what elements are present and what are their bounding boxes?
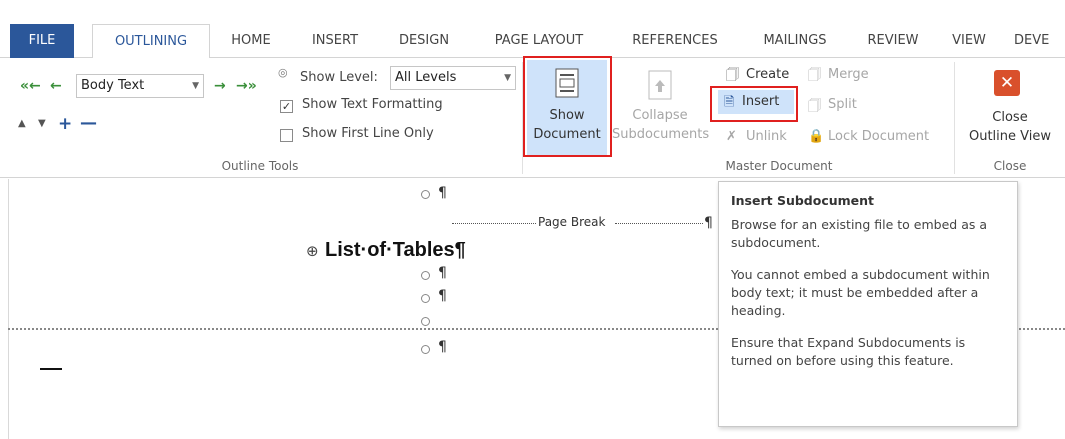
lock-document-icon: 🔒 xyxy=(808,129,825,144)
close-group-label: Close xyxy=(993,159,1027,173)
body-text-bullet-icon[interactable] xyxy=(421,345,430,354)
collapse-subdocuments-label-line1: Collapse xyxy=(632,108,688,123)
chevron-down-icon: ▼ xyxy=(192,81,199,91)
tab-outlining[interactable]: OUTLINING xyxy=(92,24,210,59)
tooltip-title: Insert Subdocument xyxy=(731,193,875,208)
demote-to-body-text-icon[interactable]: →» xyxy=(236,78,257,94)
split-icon: 🗍 xyxy=(808,99,821,114)
ribbon-outlining: «← ← Body Text ▼ → →» ▲ ▼ + — ◎ Show Lev… xyxy=(0,56,1065,178)
collapse-subdocuments-button[interactable]: Collapse Subdocuments xyxy=(612,64,710,160)
show-level-dropdown[interactable]: All Levels ▼ xyxy=(390,66,516,90)
create-icon: 🗍 xyxy=(726,68,739,83)
tab-developer[interactable]: DEVE xyxy=(1008,24,1065,58)
merge-icon: 🗍 xyxy=(808,68,821,83)
group-divider xyxy=(954,62,955,174)
show-first-line-only-label: Show First Line Only xyxy=(302,126,434,141)
text-cursor-mark xyxy=(40,368,62,370)
paragraph-mark: ¶ xyxy=(438,339,447,355)
page-break-line xyxy=(452,223,536,224)
section-break-line xyxy=(8,328,718,330)
tooltip-paragraph: Ensure that Expand Subdocuments is turne… xyxy=(731,335,966,368)
page-break-label: Page Break xyxy=(538,215,606,229)
body-text-bullet-icon[interactable] xyxy=(421,317,430,326)
section-break-line xyxy=(1019,328,1065,330)
collapse-subdocuments-label-line2: Subdocuments xyxy=(612,127,710,142)
page-break-line xyxy=(615,223,703,224)
close-outline-view-label-line2: Outline View xyxy=(968,129,1051,144)
collapse-icon[interactable]: — xyxy=(80,113,97,133)
title-bar-strip xyxy=(0,0,1065,24)
show-text-formatting-label: Show Text Formatting xyxy=(302,97,443,112)
tab-page-layout[interactable]: PAGE LAYOUT xyxy=(484,24,594,58)
demote-icon[interactable]: → xyxy=(214,78,226,94)
tooltip-paragraph: Browse for an existing file to embed as … xyxy=(731,217,987,250)
merge-button[interactable]: Merge xyxy=(828,67,869,82)
tab-insert[interactable]: INSERT xyxy=(300,24,370,58)
tab-mailings[interactable]: MAILINGS xyxy=(748,24,842,58)
close-outline-view-button[interactable]: ✕ Close Outline View xyxy=(960,64,1060,156)
move-up-icon[interactable]: ▲ xyxy=(18,118,26,129)
show-level-label: Show Level: xyxy=(300,70,378,85)
paragraph-mark: ¶ xyxy=(438,185,447,201)
paragraph-mark: ¶ xyxy=(438,265,447,281)
split-button[interactable]: Split xyxy=(828,97,857,112)
page-edge xyxy=(8,179,9,439)
paragraph-mark: ¶ xyxy=(704,215,713,231)
collapse-subdocuments-icon xyxy=(648,70,672,100)
close-icon: ✕ xyxy=(994,70,1020,96)
create-button[interactable]: Create xyxy=(746,67,789,82)
move-down-icon[interactable]: ▼ xyxy=(38,118,46,129)
tab-file[interactable]: FILE xyxy=(10,24,74,58)
chevron-down-icon: ▼ xyxy=(504,73,511,83)
body-text-bullet-icon[interactable] xyxy=(421,294,430,303)
expand-heading-icon[interactable]: ⊕ xyxy=(306,242,319,260)
insert-subdocument-tooltip: Insert Subdocument Browse for an existin… xyxy=(718,181,1018,427)
show-level-icon: ◎ xyxy=(278,66,288,79)
tab-view[interactable]: VIEW xyxy=(944,24,994,58)
unlink-icon: ✗ xyxy=(726,129,737,144)
show-first-line-only-checkbox[interactable] xyxy=(280,129,293,142)
tab-review[interactable]: REVIEW xyxy=(856,24,930,58)
body-text-bullet-icon[interactable] xyxy=(421,190,430,199)
paragraph-mark: ¶ xyxy=(438,288,447,304)
unlink-button[interactable]: Unlink xyxy=(746,129,787,144)
show-level-value: All Levels xyxy=(395,70,457,85)
show-text-formatting-checkbox[interactable]: ✓ xyxy=(280,100,293,113)
expand-icon[interactable]: + xyxy=(58,114,72,134)
outline-level-dropdown[interactable]: Body Text ▼ xyxy=(76,74,204,98)
master-document-group-label: Master Document xyxy=(725,159,833,173)
tab-design[interactable]: DESIGN xyxy=(386,24,462,58)
tab-home[interactable]: HOME xyxy=(218,24,284,58)
ribbon-tabs: FILE OUTLINING HOME INSERT DESIGN PAGE L… xyxy=(0,24,1065,59)
outline-level-value: Body Text xyxy=(81,78,145,93)
promote-icon[interactable]: ← xyxy=(50,78,62,94)
show-document-highlight xyxy=(523,56,612,157)
tab-references[interactable]: REFERENCES xyxy=(612,24,738,58)
insert-button-highlight xyxy=(710,86,798,122)
tooltip-paragraph: You cannot embed a subdocument within bo… xyxy=(731,267,990,318)
heading-list-of-tables[interactable]: List·of·Tables¶ xyxy=(325,239,466,262)
promote-to-heading1-icon[interactable]: «← xyxy=(20,78,41,94)
lock-document-button[interactable]: Lock Document xyxy=(828,129,929,144)
outline-tools-group-label: Outline Tools xyxy=(221,159,299,173)
body-text-bullet-icon[interactable] xyxy=(421,271,430,280)
close-outline-view-label-line1: Close xyxy=(992,110,1028,125)
